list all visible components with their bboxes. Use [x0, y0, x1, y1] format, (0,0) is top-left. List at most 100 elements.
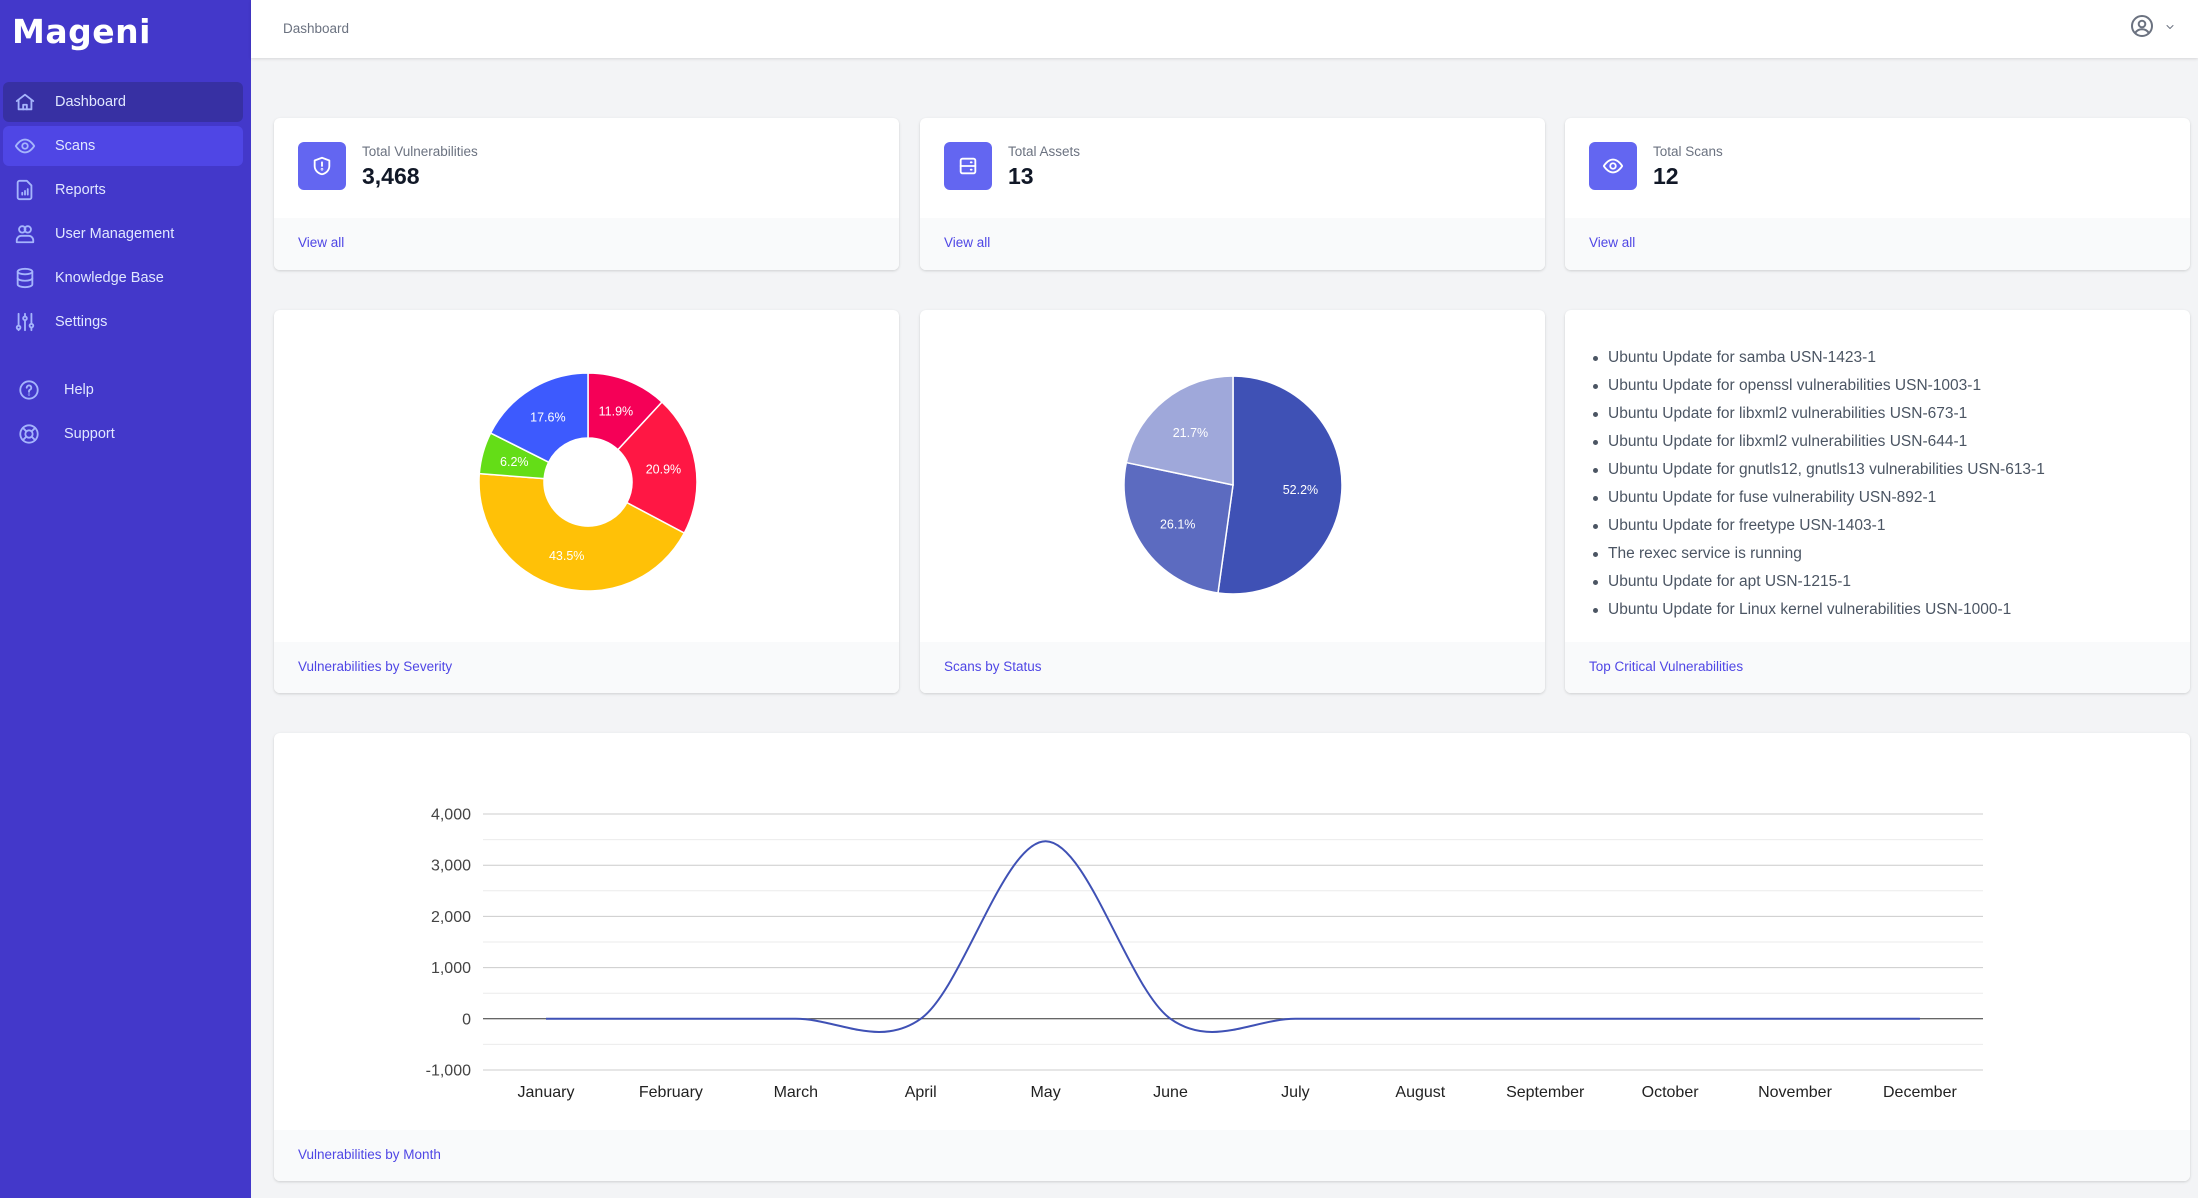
scan-status-chart-card: 52.2% 26.1% 21.7% Scans by Status [920, 310, 1545, 693]
sidebar-item-label: Reports [55, 182, 106, 198]
y-tick-label: 3,000 [431, 858, 471, 875]
sidebar-item-scans[interactable]: Scans [3, 126, 243, 166]
database-icon [14, 267, 36, 289]
app-logo[interactable]: Mageni [12, 12, 151, 51]
sidebar-item-label: Help [64, 382, 94, 398]
scan-status-slice-label: 21.7% [1173, 426, 1208, 440]
sidebar-item-label: User Management [55, 226, 175, 242]
severity-slice-label: 17.6% [530, 410, 565, 424]
stat-label: Total Vulnerabilities [362, 144, 478, 159]
x-tick-label: March [774, 1084, 818, 1101]
month-chart-title-link[interactable]: Vulnerabilities by Month [298, 1147, 441, 1162]
users-icon [14, 223, 36, 245]
chevron-down-icon [2164, 20, 2176, 38]
severity-chart-card: 11.9% 20.9% 43.5% 6.2% 17.6% Vulnerabilities… [274, 310, 899, 693]
stat-value: 12 [1653, 163, 1679, 189]
stat-label: Total Assets [1008, 144, 1081, 159]
list-item[interactable]: Ubuntu Update for samba USN-1423-1 [1593, 348, 2045, 376]
eye-icon [14, 135, 36, 157]
x-tick-label: July [1281, 1084, 1309, 1101]
sidebar-item-knowledge-base[interactable]: Knowledge Base [3, 258, 243, 298]
severity-slice-label: 20.9% [646, 463, 681, 477]
card-footer: View all [274, 218, 899, 270]
y-tick-label: -1,000 [426, 1063, 471, 1080]
y-tick-label: 1,000 [431, 960, 471, 977]
severity-slice-label: 11.9% [599, 404, 634, 418]
sidebar-item-reports[interactable]: Reports [3, 170, 243, 210]
question-circle-icon [18, 379, 40, 401]
document-report-icon [14, 179, 36, 201]
x-tick-label: April [905, 1084, 937, 1101]
view-all-link[interactable]: View all [944, 235, 990, 250]
card-footer: Vulnerabilities by Severity [274, 642, 899, 693]
sidebar: Mageni Dashboard Scans Reports User Mana… [0, 0, 251, 1198]
stat-card-total-assets: Total Assets 13 View all [920, 118, 1545, 270]
list-item[interactable]: Ubuntu Update for libxml2 vulnerabilitie… [1593, 404, 2045, 432]
server-icon [944, 142, 992, 190]
x-tick-label: October [1642, 1084, 1700, 1101]
stat-label: Total Scans [1653, 144, 1723, 159]
severity-donut-chart: 11.9% 20.9% 43.5% 6.2% 17.6% [478, 372, 698, 592]
sidebar-item-label: Dashboard [55, 94, 126, 110]
critical-vulnerabilities-card: Ubuntu Update for samba USN-1423-1 Ubunt… [1565, 310, 2190, 693]
stat-card-total-vulnerabilities: Total Vulnerabilities 3,468 View all [274, 118, 899, 270]
x-tick-label: January [518, 1084, 575, 1101]
vulnerabilities-by-month-line-chart: 4,000 3,000 2,000 1,000 0 -1,000 January Februa… [426, 807, 1983, 1101]
sidebar-item-settings[interactable]: Settings [3, 302, 243, 342]
scan-status-pie-chart: 52.2% 26.1% 21.7% [1123, 375, 1343, 595]
adjustments-icon [14, 311, 36, 333]
shield-exclamation-icon [298, 142, 346, 190]
sidebar-item-label: Support [64, 426, 115, 442]
vulnerabilities-by-month-card: 4,000 3,000 2,000 1,000 0 -1,000 January Februa… [274, 733, 2190, 1181]
life-ring-icon [18, 423, 40, 445]
sidebar-item-label: Knowledge Base [55, 270, 164, 286]
severity-chart-title-link[interactable]: Vulnerabilities by Severity [298, 659, 452, 674]
home-icon [14, 91, 36, 113]
x-tick-label: November [1758, 1084, 1832, 1101]
x-tick-label: December [1883, 1084, 1957, 1101]
breadcrumb: Dashboard [283, 21, 350, 36]
stat-value: 3,468 [362, 163, 420, 189]
sidebar-item-dashboard[interactable]: Dashboard [3, 82, 243, 122]
x-tick-label: August [1395, 1084, 1445, 1101]
sidebar-item-help[interactable]: Help [3, 370, 243, 410]
list-item[interactable]: Ubuntu Update for openssl vulnerabilitie… [1593, 376, 2045, 404]
critical-vulnerabilities-list: Ubuntu Update for samba USN-1423-1 Ubunt… [1593, 348, 2045, 628]
list-item[interactable]: Ubuntu Update for freetype USN-1403-1 [1593, 516, 2045, 544]
user-circle-icon [2130, 14, 2154, 43]
card-footer: Scans by Status [920, 642, 1545, 693]
scan-status-slice-label: 52.2% [1283, 483, 1318, 497]
y-tick-label: 0 [462, 1011, 471, 1028]
user-menu-button[interactable] [2130, 14, 2176, 43]
list-item[interactable]: Ubuntu Update for fuse vulnerability USN… [1593, 488, 2045, 516]
card-footer: View all [1565, 218, 2190, 270]
sidebar-item-support[interactable]: Support [3, 414, 243, 454]
y-tick-label: 2,000 [431, 909, 471, 926]
sidebar-item-user-management[interactable]: User Management [3, 214, 243, 254]
scan-status-slice[interactable] [1217, 375, 1343, 595]
list-item[interactable]: The rexec service is running [1593, 544, 2045, 572]
list-item[interactable]: Ubuntu Update for gnutls12, gnutls13 vul… [1593, 460, 2045, 488]
sidebar-item-label: Scans [55, 138, 96, 154]
x-tick-label: May [1030, 1084, 1060, 1101]
stat-card-total-scans: Total Scans 12 View all [1565, 118, 2190, 270]
top-header: Dashboard [251, 0, 2198, 58]
card-footer: View all [920, 218, 1545, 270]
x-tick-label: June [1153, 1084, 1188, 1101]
severity-slice-label: 43.5% [549, 549, 584, 563]
critical-vulnerabilities-title-link[interactable]: Top Critical Vulnerabilities [1589, 659, 1743, 674]
view-all-link[interactable]: View all [298, 235, 344, 250]
card-footer: Vulnerabilities by Month [274, 1130, 2190, 1181]
y-tick-label: 4,000 [431, 807, 471, 824]
list-item[interactable]: Ubuntu Update for Linux kernel vulnerabi… [1593, 600, 2045, 628]
x-tick-label: February [639, 1084, 703, 1101]
card-footer: Top Critical Vulnerabilities [1565, 642, 2190, 693]
list-item[interactable]: Ubuntu Update for apt USN-1215-1 [1593, 572, 2045, 600]
scan-status-chart-title-link[interactable]: Scans by Status [944, 659, 1042, 674]
series-line-vulnerabilities[interactable] [546, 840, 1920, 1033]
severity-slice-label: 6.2% [500, 455, 529, 469]
eye-icon [1589, 142, 1637, 190]
view-all-link[interactable]: View all [1589, 235, 1635, 250]
list-item[interactable]: Ubuntu Update for libxml2 vulnerabilitie… [1593, 432, 2045, 460]
stat-value: 13 [1008, 163, 1034, 189]
